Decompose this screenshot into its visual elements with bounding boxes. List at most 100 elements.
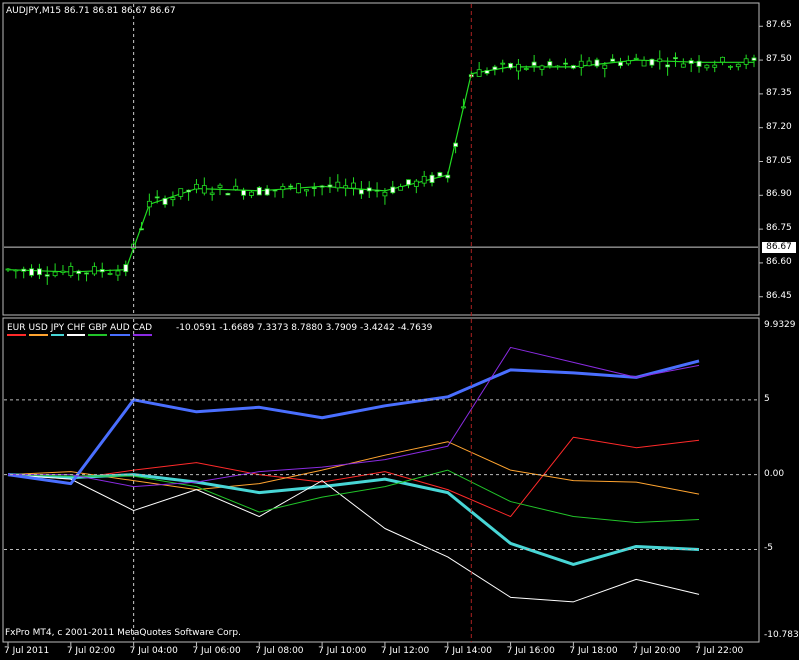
candle-body	[594, 59, 600, 67]
indicator-tick-label: 0.00	[764, 468, 785, 479]
candle-body	[256, 187, 262, 196]
candle-body	[476, 69, 482, 77]
time-tick-label: 7 Jul 10:00	[318, 646, 367, 656]
candle-body	[44, 274, 50, 277]
time-tick-label: 7 Jul 12:00	[380, 646, 430, 656]
candle-body	[264, 188, 270, 196]
time-tick-label: 7 Jul 2011	[4, 646, 50, 656]
candle-body	[351, 182, 356, 189]
price-tick-label: 87.20	[766, 121, 792, 132]
candle-body	[657, 58, 663, 63]
series-line-gbp	[7, 469, 700, 524]
candle-body	[484, 70, 490, 74]
candle-body	[751, 57, 757, 61]
candle-body	[154, 196, 160, 199]
candle-body	[241, 189, 246, 196]
candle-body	[704, 64, 710, 69]
candle-body	[358, 189, 364, 195]
series-line-aud	[7, 359, 700, 486]
candle-body	[225, 193, 231, 196]
candle-body	[673, 57, 678, 60]
candle-body	[139, 228, 144, 231]
candle-body	[319, 185, 325, 188]
indicator-tick-label: 9.9329	[764, 320, 796, 330]
candle-body	[91, 266, 97, 275]
candle-body	[555, 65, 561, 68]
candle-body	[445, 174, 451, 179]
candle-body	[68, 266, 74, 277]
candle-body	[398, 186, 404, 191]
candle-body	[37, 268, 42, 276]
candle-body	[327, 184, 333, 188]
candle-body	[539, 65, 545, 70]
legend-eur: EUR	[7, 323, 26, 336]
candle-body	[633, 57, 639, 60]
candle-body	[201, 185, 207, 194]
time-tick-label: 7 Jul 04:00	[129, 646, 178, 656]
candle-body	[146, 200, 152, 208]
time-tick-label: 7 Jul 02:00	[66, 646, 116, 656]
candle-body	[406, 179, 411, 186]
candle-body	[531, 61, 537, 66]
series-line-cad	[8, 346, 700, 488]
candle-body	[728, 65, 733, 68]
time-tick-label: 7 Jul 22:00	[695, 646, 744, 656]
indicator-tick-label: -5	[764, 543, 773, 554]
candle-body	[123, 264, 129, 273]
candle-body	[390, 186, 396, 194]
candle-body	[99, 269, 105, 273]
legend-usd: USD	[28, 323, 48, 336]
candle-body	[29, 268, 34, 276]
candle-body	[115, 270, 121, 276]
symbol-header: AUDJPY,M15 86.71 86.81 86.67 86.67	[6, 6, 176, 16]
candle-body	[217, 184, 223, 188]
candle-body	[366, 187, 372, 192]
candle-body	[107, 273, 113, 275]
candle-body	[523, 68, 529, 70]
current-price-label: 86.67	[762, 242, 796, 254]
candle-body	[52, 271, 58, 277]
candle-body	[508, 63, 513, 69]
candle-body	[335, 181, 341, 189]
copyright-text: FxPro MT4, c 2001-2011 MetaQuotes Softwa…	[5, 628, 241, 638]
candle-body	[233, 185, 239, 190]
indicator-values: -10.0591 -1.6689 7.3373 8.7880 3.7909 -3…	[176, 323, 433, 333]
candle-body	[170, 197, 176, 201]
candle-body	[296, 183, 301, 194]
candle-body	[437, 172, 443, 177]
price-tick-label: 86.90	[766, 189, 792, 200]
indicator-tick-label: -10.783	[764, 630, 799, 640]
price-tick-label: 86.75	[766, 223, 792, 234]
time-tick-label: 7 Jul 18:00	[569, 646, 618, 656]
candle-body	[343, 185, 349, 189]
candle-body	[209, 192, 215, 195]
candle-body	[421, 175, 427, 184]
series-line-chf	[7, 474, 700, 603]
candle-body	[712, 64, 718, 68]
time-tick-label: 7 Jul 20:00	[632, 646, 681, 656]
indicator-legend: EUR USD JPY CHF GBP AUD CAD	[7, 323, 155, 336]
time-tick-label: 7 Jul 08:00	[255, 646, 304, 656]
candle-body	[610, 58, 616, 62]
price-tick-label: 87.50	[766, 54, 792, 65]
candle-body	[13, 269, 19, 272]
candle-body	[5, 268, 11, 271]
candle-body	[563, 62, 568, 65]
candle-body	[413, 180, 419, 187]
price-series	[5, 50, 757, 285]
price-tick-label: 86.45	[766, 290, 792, 301]
candle-body	[84, 272, 89, 275]
time-tick-label: 7 Jul 14:00	[443, 646, 492, 656]
candle-body	[272, 189, 278, 192]
candle-body	[500, 62, 506, 65]
candle-body	[178, 188, 184, 197]
legend-jpy: JPY	[50, 323, 65, 336]
price-tick-label: 87.35	[766, 87, 792, 98]
candle-body	[303, 189, 309, 192]
candle-body	[665, 64, 671, 68]
candle-body	[288, 185, 294, 188]
candle-body	[570, 65, 576, 69]
candle-body	[586, 60, 592, 67]
price-tick-label: 87.65	[766, 20, 792, 31]
legend-cad: CAD	[132, 323, 153, 336]
